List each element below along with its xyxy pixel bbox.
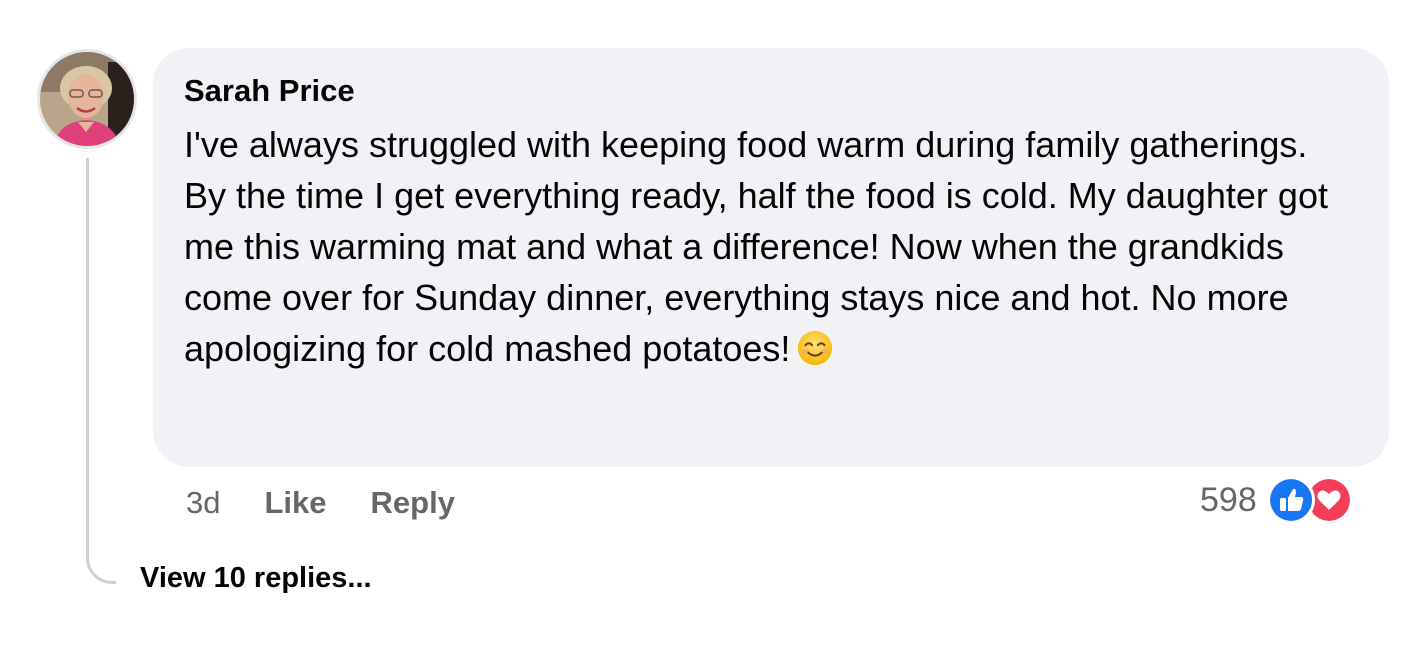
like-reaction-icon <box>1266 476 1315 524</box>
avatar-photo <box>40 52 134 146</box>
smiling-face-emoji-icon <box>798 330 833 366</box>
reply-button[interactable]: Reply <box>371 485 455 521</box>
comment-timestamp[interactable]: 3d <box>186 485 220 521</box>
comment-actions: 3d Like Reply <box>186 481 499 525</box>
reactions-summary[interactable]: 598 <box>1200 476 1353 524</box>
view-replies-link[interactable]: View 10 replies... <box>140 562 372 595</box>
avatar[interactable] <box>37 49 137 149</box>
comment-text-block: I've always struggled with keeping food … <box>184 119 1354 374</box>
comment-text: I've always struggled with keeping food … <box>184 124 1328 369</box>
like-button[interactable]: Like <box>264 485 326 521</box>
reaction-count: 598 <box>1200 480 1257 519</box>
comment-author[interactable]: Sarah Price <box>184 72 1359 110</box>
thread-connector-line <box>86 158 116 584</box>
comment-bubble: Sarah Price I've always struggled with k… <box>153 48 1389 467</box>
